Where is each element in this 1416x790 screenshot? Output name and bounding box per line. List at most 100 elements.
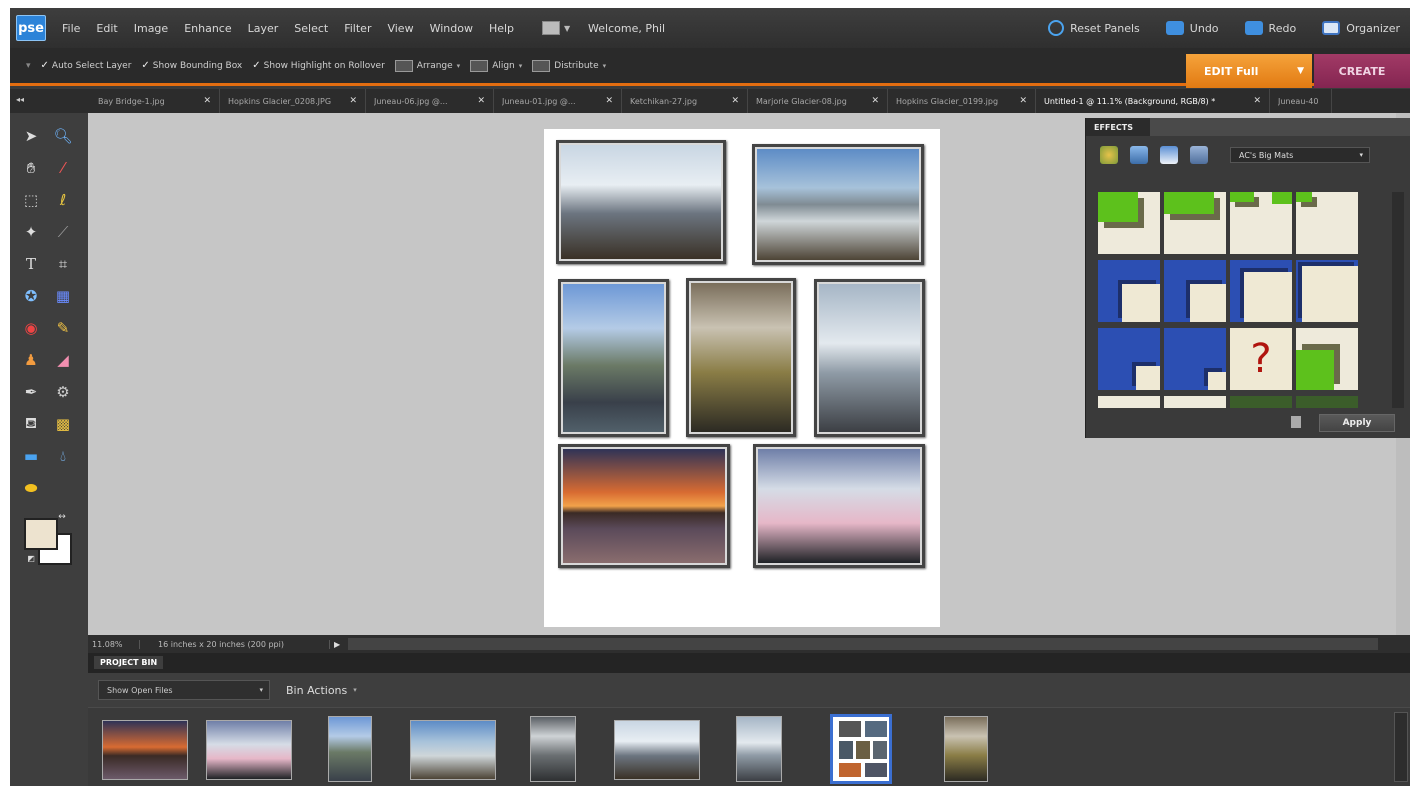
- foreground-color-swatch[interactable]: [24, 518, 58, 550]
- close-icon[interactable]: ✕: [349, 96, 357, 106]
- filters-icon[interactable]: [1100, 146, 1118, 164]
- zoom-tool-icon[interactable]: 🔍︎: [52, 125, 74, 147]
- reset-panels-button[interactable]: Reset Panels: [1048, 20, 1140, 36]
- menu-window[interactable]: Window: [430, 22, 473, 35]
- menu-filter[interactable]: Filter: [344, 22, 371, 35]
- close-icon[interactable]: ✕: [871, 96, 879, 106]
- effect-thumbnail[interactable]: [1164, 396, 1226, 408]
- lasso-tool-icon[interactable]: ℓ: [52, 189, 74, 211]
- organizer-button[interactable]: Organizer: [1322, 21, 1400, 35]
- effect-thumbnail[interactable]: [1098, 260, 1160, 322]
- arrange-dropdown[interactable]: Arrange ▾: [394, 59, 460, 72]
- tab-document[interactable]: Hopkins Glacier_0199.jpg ✕: [888, 89, 1036, 113]
- effect-thumbnail[interactable]: [1098, 396, 1160, 408]
- blur-tool-icon[interactable]: 💧︎: [52, 445, 74, 467]
- quick-selection-tool-icon[interactable]: ⟋: [52, 221, 74, 243]
- chevron-down-icon[interactable]: ▼: [1297, 66, 1304, 76]
- effect-thumbnail[interactable]: [1296, 396, 1358, 408]
- bin-thumbnail[interactable]: [328, 716, 372, 782]
- menu-layer[interactable]: Layer: [248, 22, 279, 35]
- eraser-tool-icon[interactable]: ◢: [52, 349, 74, 371]
- hand-tool-icon[interactable]: ✋︎: [20, 157, 42, 179]
- red-eye-tool-icon[interactable]: ◉: [20, 317, 42, 339]
- effect-thumbnail[interactable]: [1296, 192, 1358, 254]
- play-icon[interactable]: ▶: [334, 640, 340, 649]
- bin-thumbnail[interactable]: [410, 720, 496, 780]
- menu-enhance[interactable]: Enhance: [184, 22, 231, 35]
- layer-styles-icon[interactable]: [1130, 146, 1148, 164]
- effects-filter-select[interactable]: AC's Big Mats ▾: [1230, 147, 1370, 163]
- effect-thumbnail[interactable]: [1296, 328, 1358, 390]
- effect-thumbnail[interactable]: [1098, 328, 1160, 390]
- bin-thumbnail[interactable]: [102, 720, 188, 780]
- photo-frame[interactable]: [814, 279, 925, 437]
- menu-edit[interactable]: Edit: [96, 22, 117, 35]
- auto-select-layer-checkbox[interactable]: ✓ Auto Select Layer: [41, 60, 132, 71]
- brush-tool-icon[interactable]: ✒: [20, 381, 42, 403]
- redo-button[interactable]: Redo: [1244, 21, 1296, 35]
- apply-button[interactable]: Apply: [1319, 414, 1395, 432]
- options-collapse-icon[interactable]: ▾: [26, 61, 31, 71]
- close-icon[interactable]: ✕: [1019, 96, 1027, 106]
- gradient-tool-icon[interactable]: ▩: [52, 413, 74, 435]
- effect-thumbnail[interactable]: [1230, 396, 1292, 408]
- unknown-effect-thumbnail[interactable]: ?: [1230, 328, 1292, 390]
- tab-document[interactable]: Juneau-06.jpg @... ✕: [366, 89, 494, 113]
- photo-frame[interactable]: [556, 140, 726, 264]
- trash-icon[interactable]: [1291, 416, 1301, 428]
- effect-thumbnail[interactable]: [1296, 260, 1358, 322]
- healing-brush-tool-icon[interactable]: ✎: [52, 317, 74, 339]
- tab-document[interactable]: Marjorie Glacier-08.jpg ✕: [748, 89, 888, 113]
- show-open-files-select[interactable]: Show Open Files ▾: [98, 680, 270, 700]
- shape-tool-icon[interactable]: ▬: [20, 445, 42, 467]
- photo-effects-icon[interactable]: [1160, 146, 1178, 164]
- move-tool-icon[interactable]: ➤: [20, 125, 42, 147]
- photo-frame[interactable]: [558, 444, 730, 568]
- sponge-tool-icon[interactable]: ⬬: [20, 477, 42, 499]
- effect-thumbnail[interactable]: [1098, 192, 1160, 254]
- bin-thumbnail[interactable]: [614, 720, 700, 780]
- menu-image[interactable]: Image: [134, 22, 168, 35]
- effect-thumbnail[interactable]: [1164, 260, 1226, 322]
- magic-wand-tool-icon[interactable]: ✦: [20, 221, 42, 243]
- bin-thumbnail-selected[interactable]: [830, 714, 892, 784]
- workspace-layout-button[interactable]: ▼: [542, 19, 574, 37]
- distribute-dropdown[interactable]: Distribute ▾: [532, 59, 606, 72]
- bin-thumbnail[interactable]: [736, 716, 782, 782]
- bounding-box-checkbox[interactable]: ✓ Show Bounding Box: [141, 60, 242, 71]
- bin-thumbnail[interactable]: [206, 720, 292, 780]
- paint-bucket-tool-icon[interactable]: ⛾: [20, 413, 42, 435]
- type-tool-icon[interactable]: T: [20, 253, 42, 275]
- close-icon[interactable]: ✕: [605, 96, 613, 106]
- zoom-level[interactable]: 11.08%: [88, 639, 140, 649]
- photo-frame[interactable]: [752, 144, 924, 265]
- collapse-panels-icon[interactable]: ◂◂: [16, 95, 24, 104]
- effect-thumbnail[interactable]: [1164, 192, 1226, 254]
- align-dropdown[interactable]: Align ▾: [470, 59, 522, 72]
- tab-document[interactable]: Untitled-1 @ 11.1% (Background, RGB/8) *…: [1036, 89, 1270, 113]
- photo-frame[interactable]: [558, 279, 669, 437]
- eyedropper-tool-icon[interactable]: ⁄: [52, 157, 74, 179]
- close-icon[interactable]: ✕: [731, 96, 739, 106]
- crop-tool-icon[interactable]: ⌗: [52, 253, 74, 275]
- straighten-tool-icon[interactable]: ▦: [52, 285, 74, 307]
- tab-document[interactable]: Ketchikan-27.jpg ✕: [622, 89, 748, 113]
- close-icon[interactable]: ✕: [1253, 96, 1261, 106]
- tab-document[interactable]: Hopkins Glacier_0208.JPG ✕: [220, 89, 366, 113]
- undo-button[interactable]: Undo: [1165, 21, 1219, 35]
- default-colors-icon[interactable]: ◩: [26, 553, 36, 563]
- highlight-checkbox[interactable]: ✓ Show Highlight on Rollover: [252, 60, 385, 71]
- menu-help[interactable]: Help: [489, 22, 514, 35]
- swap-colors-icon[interactable]: ↔: [56, 511, 68, 523]
- cookie-cutter-tool-icon[interactable]: ✪: [20, 285, 42, 307]
- bin-actions-menu[interactable]: Bin Actions ▾: [286, 684, 357, 697]
- clone-stamp-tool-icon[interactable]: ♟: [20, 349, 42, 371]
- menu-select[interactable]: Select: [294, 22, 328, 35]
- bin-thumbnail[interactable]: [530, 716, 576, 782]
- photo-frame[interactable]: [753, 444, 925, 568]
- frames-icon[interactable]: [1190, 146, 1208, 164]
- close-icon[interactable]: ✕: [203, 96, 211, 106]
- marquee-tool-icon[interactable]: ⬚: [20, 189, 42, 211]
- document-page[interactable]: [544, 129, 940, 627]
- tab-document[interactable]: Juneau-40: [1270, 89, 1332, 113]
